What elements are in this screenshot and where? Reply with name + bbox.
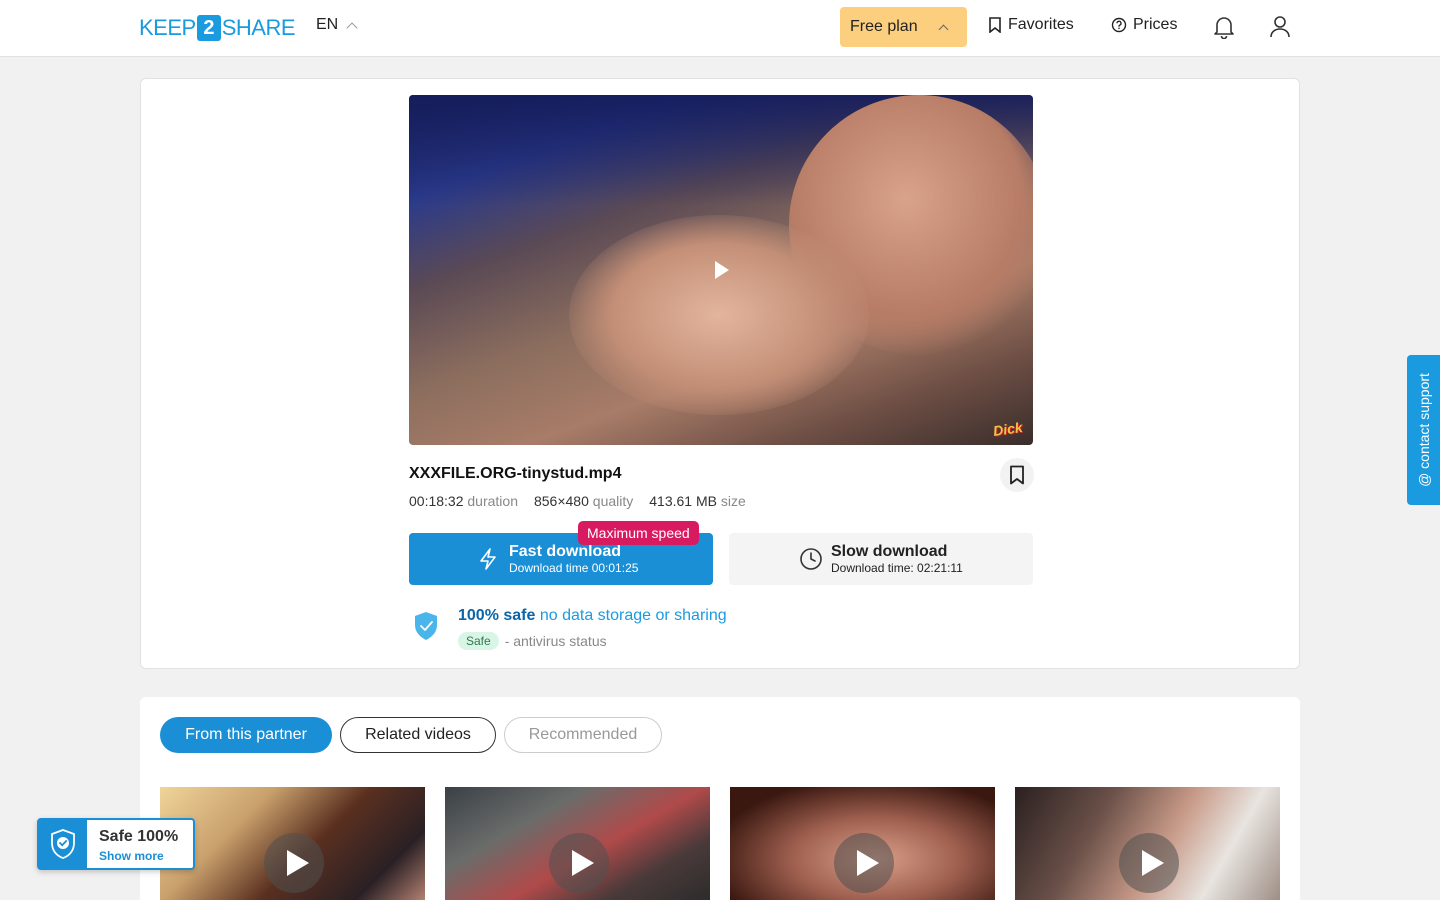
tab-from-partner[interactable]: From this partner <box>160 717 332 753</box>
shield-check-icon <box>415 612 437 640</box>
video-thumbnail[interactable] <box>1015 787 1280 900</box>
safety-line: 100% safe no data storage or sharing <box>458 607 727 625</box>
lightning-icon <box>480 548 496 570</box>
safe-widget-title: Safe 100% <box>99 828 179 845</box>
logo-text-mid: 2 <box>196 15 221 41</box>
chevron-up-icon <box>346 21 358 34</box>
tab-related-videos[interactable]: Related videos <box>340 717 496 753</box>
size-value: 413.61 MB <box>649 493 717 509</box>
videos-section: From this partner Related videos Recomme… <box>140 697 1300 900</box>
quality-value: 856×480 <box>533 493 589 509</box>
favorites-link[interactable]: Favorites <box>988 16 1074 34</box>
account-button[interactable] <box>1269 15 1291 44</box>
slow-download-label: Slow download <box>831 542 948 560</box>
quality-label: quality <box>592 493 634 509</box>
contact-support-text: contact support <box>1415 373 1432 469</box>
fast-download-label: Fast download <box>509 542 621 560</box>
safety-text: no data storage or sharing <box>539 607 727 624</box>
tab-recommended[interactable]: Recommended <box>504 717 662 753</box>
safe-widget-more-link[interactable]: Show more <box>99 849 164 863</box>
video-thumbnail[interactable] <box>160 787 425 900</box>
size-info: 413.61 MB size <box>649 493 746 509</box>
file-name: XXXFILE.ORG-tinystud.mp4 <box>409 465 622 482</box>
antivirus-status-text: - antivirus status <box>504 633 607 649</box>
add-favorite-button[interactable] <box>1000 458 1034 492</box>
preview-shape <box>569 215 869 415</box>
language-label: EN <box>316 16 339 33</box>
video-thumbnail[interactable] <box>445 787 710 900</box>
play-icon <box>572 850 594 876</box>
safety-bold: 100% safe <box>458 607 536 624</box>
slow-download-button[interactable]: Slow download Download time: 02:21:11 <box>729 533 1033 585</box>
watermark-logo: Dick <box>992 419 1024 439</box>
logo-text-right: SHARE <box>221 15 296 40</box>
size-label: size <box>720 493 746 509</box>
safe-widget[interactable]: Safe 100% Show more <box>37 818 195 870</box>
bell-icon <box>1214 17 1234 40</box>
slow-download-text: Slow download Download time: 02:21:11 <box>831 543 963 576</box>
video-thumbnail[interactable] <box>730 787 995 900</box>
file-card: Dick XXXFILE.ORG-tinystud.mp4 00:18:32 d… <box>140 78 1300 669</box>
bookmark-icon <box>989 17 1001 33</box>
clock-icon <box>800 548 822 570</box>
duration-label: duration <box>467 493 518 509</box>
quality-info: 856×480 quality <box>534 493 633 509</box>
prices-link[interactable]: Prices <box>1111 16 1177 34</box>
play-icon <box>857 850 879 876</box>
play-icon <box>1142 850 1164 876</box>
site-logo[interactable]: KEEP 2 SHARE <box>139 14 296 42</box>
free-plan-button[interactable]: Free plan <box>840 7 967 47</box>
prices-label: Prices <box>1133 16 1178 33</box>
contact-support-label: @ contact support <box>1415 373 1432 487</box>
bookmark-icon <box>1010 465 1024 485</box>
contact-support-tab[interactable]: @ contact support <box>1407 355 1440 505</box>
free-plan-label: Free plan <box>850 18 918 35</box>
help-circle-icon <box>1111 17 1127 33</box>
language-selector[interactable]: EN <box>316 16 358 34</box>
video-preview[interactable]: Dick <box>409 95 1033 445</box>
shield-check-icon <box>51 829 75 859</box>
play-icon <box>287 850 309 876</box>
fast-download-text: Fast download Download time 00:01:25 <box>509 543 638 576</box>
safe-widget-icon-box <box>39 820 87 868</box>
logo-text-left: KEEP <box>139 15 196 40</box>
duration-info: 00:18:32 duration <box>409 493 518 509</box>
chevron-up-icon <box>938 24 949 35</box>
favorites-label: Favorites <box>1008 16 1074 33</box>
notifications-button[interactable] <box>1213 15 1235 44</box>
fast-download-time: Download time 00:01:25 <box>509 560 639 575</box>
user-icon <box>1270 16 1290 38</box>
maximum-speed-badge: Maximum speed <box>578 521 699 545</box>
duration-value: 00:18:32 <box>409 493 464 509</box>
antivirus-status: Safe - antivirus status <box>458 632 607 650</box>
status-badge: Safe <box>458 632 499 650</box>
slow-download-time: Download time: 02:21:11 <box>831 560 963 575</box>
play-icon[interactable] <box>715 261 729 279</box>
file-meta: 00:18:32 duration 856×480 quality 413.61… <box>409 493 746 509</box>
top-header: KEEP 2 SHARE EN Free plan Favorites Prices <box>0 0 1440 57</box>
